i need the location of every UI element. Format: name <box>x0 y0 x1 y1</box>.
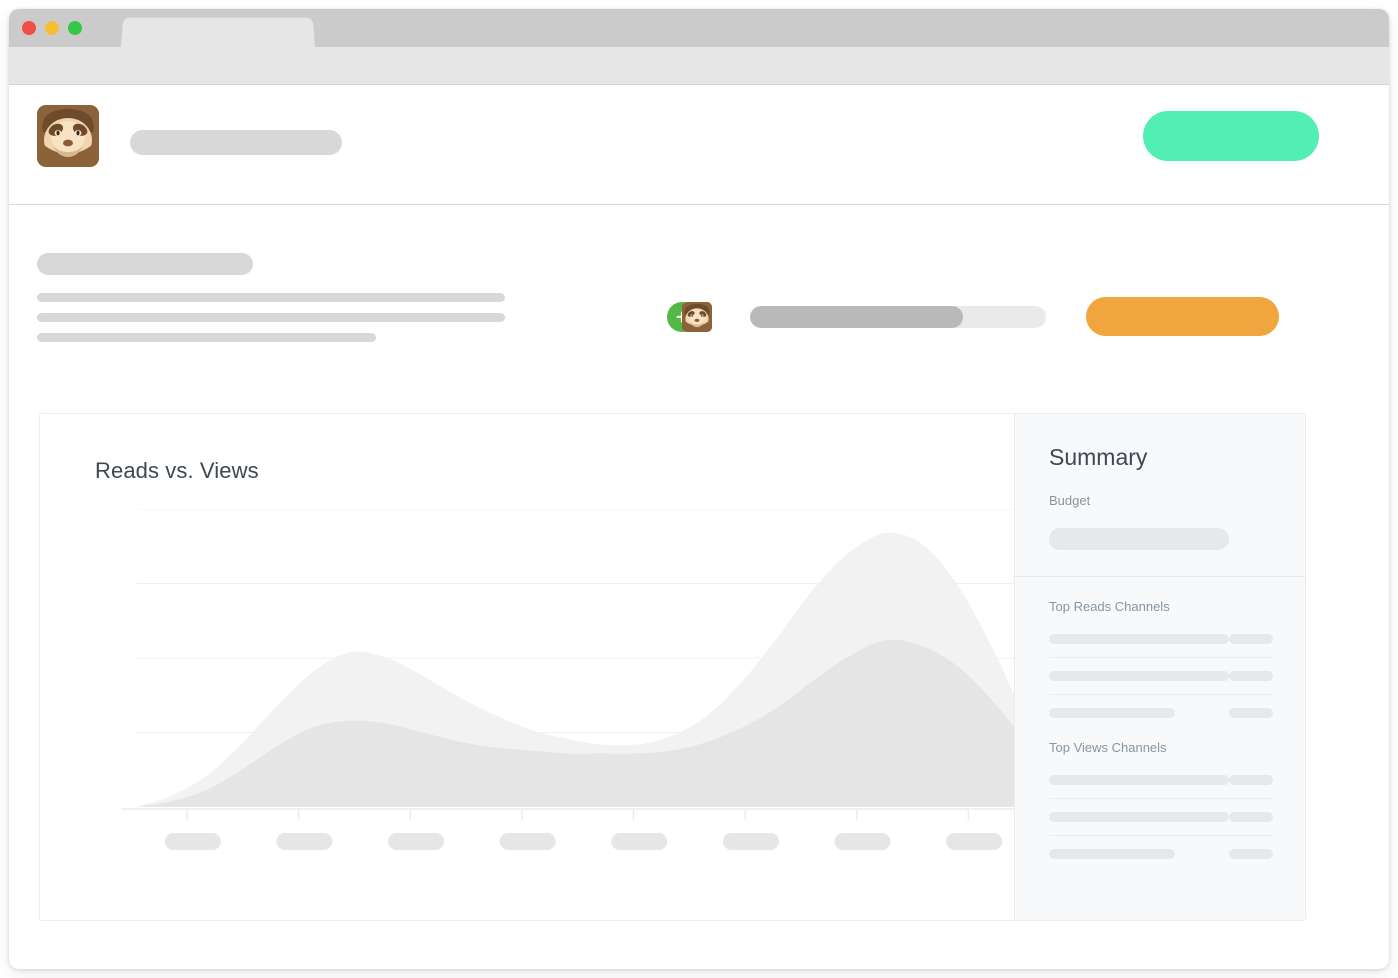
secondary-action-button[interactable] <box>1086 297 1279 336</box>
channel-value <box>1229 708 1273 718</box>
chart-panel: Reads vs. Views <box>40 414 1030 920</box>
app-title-placeholder <box>130 130 342 155</box>
channel-row[interactable] <box>1049 708 1273 718</box>
sloth-avatar-icon <box>37 105 99 167</box>
assignee-avatar-icon[interactable] <box>682 301 712 332</box>
browser-titlebar <box>9 9 1389 47</box>
budget-value-placeholder <box>1049 528 1229 550</box>
close-window-button[interactable] <box>22 21 36 35</box>
app-header <box>9 85 1389 205</box>
channel-row[interactable] <box>1049 775 1273 799</box>
description-line <box>37 333 376 342</box>
summary-heading: Summary <box>1049 444 1148 470</box>
progress-bar[interactable] <box>750 305 1046 328</box>
channel-value <box>1229 812 1273 822</box>
channel-row[interactable] <box>1049 634 1273 658</box>
channel-row[interactable] <box>1049 812 1273 836</box>
maximize-window-button[interactable] <box>68 21 82 35</box>
channel-name <box>1049 775 1229 785</box>
channel-row[interactable] <box>1049 849 1273 859</box>
channel-name <box>1049 812 1229 822</box>
channel-value <box>1229 634 1273 644</box>
channel-name <box>1049 849 1175 859</box>
summary-channel-sections: Top Reads Channels Top Views Channels <box>1015 577 1305 859</box>
traffic-lights <box>22 21 82 35</box>
reads-vs-views-chart[interactable] <box>40 508 1030 869</box>
summary-budget-section: Summary Budget <box>1015 414 1305 577</box>
browser-tab[interactable] <box>121 17 315 47</box>
section-label: Top Reads Channels <box>1049 599 1170 614</box>
description-skeleton <box>37 253 505 353</box>
summary-panel: Summary Budget Top Reads Channels Top Vie… <box>1014 414 1305 920</box>
channel-row[interactable] <box>1049 671 1273 695</box>
dashboard-card: Reads vs. Views Summary Budget Top Reads… <box>39 413 1306 921</box>
chart-title: Reads vs. Views <box>95 458 259 483</box>
minimize-window-button[interactable] <box>45 21 59 35</box>
page-content: Reads vs. Views Summary Budget Top Reads… <box>9 205 1389 965</box>
summary-section: Top Views Channels <box>1015 718 1305 859</box>
channel-name <box>1049 634 1229 644</box>
primary-cta-button[interactable] <box>1143 111 1319 161</box>
description-line <box>37 293 505 302</box>
channel-value <box>1229 671 1273 681</box>
progress-bar-fill <box>750 305 964 328</box>
toolbar-controls <box>667 297 1279 336</box>
browser-toolbar <box>9 47 1389 85</box>
section-label: Top Views Channels <box>1049 740 1167 755</box>
channel-value <box>1229 775 1273 785</box>
budget-label: Budget <box>1049 493 1091 508</box>
channel-value <box>1229 849 1273 859</box>
browser-window: Reads vs. Views Summary Budget Top Reads… <box>9 9 1389 969</box>
channel-name <box>1049 671 1229 681</box>
page-title-placeholder <box>37 253 253 275</box>
channel-name <box>1049 708 1175 718</box>
summary-section: Top Reads Channels <box>1015 577 1305 718</box>
description-line <box>37 313 505 322</box>
